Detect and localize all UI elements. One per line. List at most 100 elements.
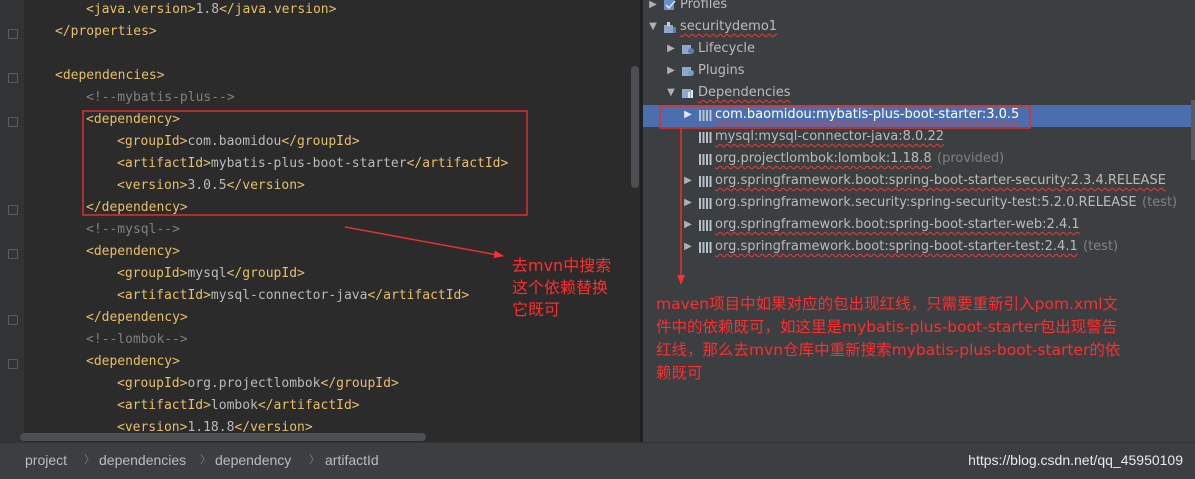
xml-tag: </dependency> [86,310,188,325]
xml-tag: </version> [226,178,305,193]
maven-tree-label: org.projectlombok:lombok:1.18.8 [715,151,932,166]
library-icon [698,148,714,170]
collapsed-arrow-icon[interactable]: ▶ [682,104,694,126]
xml-comment: <!--mysql--> [86,222,180,237]
maven-tree-row[interactable]: ▼ securitydemo1 [643,16,1191,38]
editor-gutter [0,0,24,442]
code-line: <dependencies> [55,65,165,87]
maven-tree-label: com.baomidou:mybatis-plus-boot-starter:3… [715,107,1020,122]
collapsed-arrow-icon[interactable]: ▶ [682,192,694,214]
library-icon [698,104,714,126]
fold-marker-icon[interactable] [8,315,18,325]
code-line: <dependency> [86,109,180,131]
xml-text: 3.0.5 [187,178,227,193]
expanded-arrow-icon[interactable]: ▼ [647,16,659,38]
code-line: <artifactId>lombok</artifactId> [117,395,360,417]
maven-tree-row[interactable]: ▼ Dependencies [643,82,1191,104]
xml-tag: </artifactId> [367,288,470,303]
fold-marker-icon[interactable] [8,249,18,259]
editor-vertical-scrollbar[interactable] [631,66,639,188]
code-line: </dependency> [86,307,188,329]
fold-marker-icon[interactable] [8,117,18,127]
xml-tag: <artifactId> [117,398,211,413]
dependency-scope: (test) [1083,239,1119,254]
maven-tree-row[interactable]: ▶ org.springframework.security:spring-sec… [643,192,1191,214]
xml-tag: <groupId> [117,266,188,281]
collapsed-arrow-icon[interactable]: ▶ [682,170,694,192]
code-line: <dependency> [86,241,180,263]
fold-marker-icon[interactable] [8,359,18,369]
collapsed-arrow-icon[interactable]: ▶ [682,214,694,236]
xml-tag: <dependencies> [55,68,165,83]
xml-text: mysql-connector-java [210,288,368,303]
maven-tree-row[interactable]: ▶ com.baomidou:mybatis-plus-boot-starter:… [643,104,1191,126]
code-line: <groupId>mysql</groupId> [117,263,305,285]
dependencies-icon [681,82,697,104]
xml-tag: <java.version> [86,2,196,17]
maven-tree-row[interactable]: mysql:mysql-connector-java:8.0.22 [643,126,1191,148]
code-line: <groupId>org.projectlombok</groupId> [117,373,399,395]
maven-tree-label: org.springframework.boot:spring-boot-sta… [715,239,1078,254]
module-icon [663,16,679,38]
breadcrumb-item-artifactid[interactable]: artifactId [325,443,379,477]
expanded-arrow-icon[interactable]: ▼ [665,82,677,104]
xml-text: 1.8 [195,2,220,17]
maven-tree-label: Profiles [680,0,728,12]
profiles-icon [663,0,679,16]
breadcrumb-item-dependencies[interactable]: dependencies [99,443,186,477]
breadcrumb-item-project[interactable]: project [25,443,67,477]
editor-horizontal-scrollbar[interactable] [20,433,426,441]
annotation-line: 它既可 [512,300,561,319]
xml-text: lombok [210,398,258,413]
xml-tag: <artifactId> [117,288,211,303]
fold-marker-icon[interactable] [8,29,18,39]
xml-tag: <groupId> [117,376,188,391]
code-line: <artifactId>mysql-connector-java</artifa… [117,285,469,307]
xml-comment: <!--mybatis-plus--> [86,90,235,105]
code-line: <dependency> [86,351,180,373]
maven-panel-scrollbar[interactable] [1191,100,1195,160]
annotation-line: 赖既可 [656,364,703,382]
plugins-icon [681,60,697,82]
maven-tree-label: org.springframework.security:spring-secu… [715,195,1137,210]
xml-text: mysql [187,266,227,281]
collapsed-arrow-icon[interactable]: ▶ [665,60,677,82]
maven-tree-row[interactable]: ▶ org.springframework.boot:spring-boot-st… [643,214,1191,236]
maven-tree-row[interactable]: ▶ org.springframework.boot:spring-boot-st… [643,236,1191,258]
breadcrumb-separator-icon: 〉 [309,454,320,466]
xml-tag: </properties> [55,24,157,39]
breadcrumb-item-dependency[interactable]: dependency [215,443,291,477]
xml-tag: </java.version> [219,2,337,17]
collapsed-arrow-icon[interactable]: ▶ [647,0,659,16]
fold-marker-icon[interactable] [8,205,18,215]
xml-tag: </artifactId> [406,156,509,171]
code-editor[interactable]: <java.version>1.8</java.version> </proper… [0,0,640,442]
fold-marker-icon[interactable] [8,73,18,83]
code-line: </dependency> [86,197,188,219]
maven-tree-row[interactable]: ▶ Lifecycle [643,38,1191,60]
maven-tree-row[interactable]: ▶ Plugins [643,60,1191,82]
annotation-line: 去mvn中搜索 [512,256,612,275]
maven-tree-label: Dependencies [698,85,791,100]
watermark-text: https://blog.csdn.net/qq_45950109 [968,452,1183,468]
xml-tag: <dependency> [86,112,180,127]
maven-tree-label: securitydemo1 [680,19,778,34]
breadcrumb-bar: project 〉 dependencies 〉 dependency 〉 ar… [0,442,1195,479]
annotation-line: 红线，那么去mvn仓库中重新搜索mybatis-plus-boot-starte… [656,341,1121,359]
library-icon [698,170,714,192]
collapsed-arrow-icon[interactable]: ▶ [682,236,694,258]
xml-text: org.projectlombok [187,376,321,391]
collapsed-arrow-icon[interactable]: ▶ [665,38,677,60]
maven-tree-row[interactable]: org.projectlombok:lombok:1.18.8 (provided… [643,148,1191,170]
xml-tag: </groupId> [320,376,399,391]
breadcrumb-separator-icon: 〉 [84,454,95,466]
annotation-note-left: 去mvn中搜索 这个依赖替换 它既可 [512,255,611,321]
maven-tree-row[interactable]: ▶ Profiles [643,0,1191,16]
library-icon [698,236,714,258]
xml-comment: <!--lombok--> [86,332,188,347]
maven-tree-label: org.springframework.boot:spring-boot-sta… [715,173,1166,188]
code-line: </properties> [55,21,157,43]
maven-tree-row[interactable]: ▶ org.springframework.boot:spring-boot-st… [643,170,1191,192]
xml-tag: </groupId> [226,266,305,281]
annotation-line: 件中的依赖既可，如这里是mybatis-plus-boot-starter包出现… [656,318,1118,336]
